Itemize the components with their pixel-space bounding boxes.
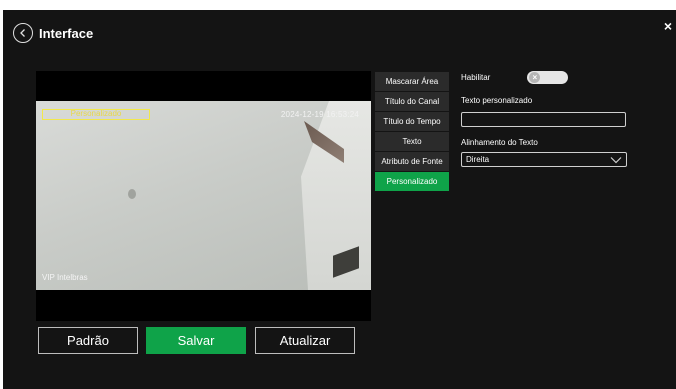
enable-row: Habilitar × — [461, 70, 628, 85]
custom-text-overlay[interactable]: Personalizado — [42, 109, 150, 120]
refresh-button[interactable]: Atualizar — [255, 327, 355, 354]
menu-item-channel-title[interactable]: Título do Canal — [375, 92, 449, 111]
menu-item-custom[interactable]: Personalizado — [375, 172, 449, 191]
menu-item-text[interactable]: Texto — [375, 132, 449, 151]
camera-image: Personalizado 2024-12-19 16:53:24 VIP In… — [36, 101, 371, 290]
page-title: Interface — [39, 25, 94, 41]
save-button[interactable]: Salvar — [146, 327, 246, 354]
custom-text-label: Texto personalizado — [461, 96, 533, 105]
back-button[interactable] — [13, 23, 33, 43]
close-button[interactable]: × — [664, 19, 672, 33]
menu-item-time-title[interactable]: Título do Tempo — [375, 112, 449, 131]
custom-text-input[interactable] — [461, 112, 626, 127]
chevron-left-icon — [20, 29, 25, 37]
alignment-label: Alinhamento do Texto — [461, 138, 538, 147]
chevron-down-icon — [610, 156, 622, 163]
ceiling-fixture — [128, 189, 136, 199]
default-button[interactable]: Padrão — [38, 327, 138, 354]
video-preview[interactable]: Personalizado 2024-12-19 16:53:24 VIP In… — [36, 71, 371, 321]
alignment-select[interactable]: Direita — [461, 152, 627, 167]
x-icon: × — [529, 72, 541, 83]
menu-item-privacy-mask[interactable]: Mascarar Área — [375, 72, 449, 91]
interface-window: Interface × Personalizado 2024-12-19 16:… — [3, 10, 676, 389]
channel-name-overlay: VIP Intelbras — [42, 273, 88, 282]
enable-label: Habilitar — [461, 73, 491, 82]
custom-overlay-settings: Habilitar × Texto personalizado Alinhame… — [461, 70, 628, 167]
enable-toggle[interactable]: × — [527, 71, 569, 84]
menu-item-font-attribute[interactable]: Atributo de Fonte — [375, 152, 449, 171]
alignment-value: Direita — [466, 155, 490, 164]
title-bar: Interface — [13, 23, 93, 43]
overlay-type-menu: Mascarar Área Título do Canal Título do … — [375, 72, 449, 192]
timestamp-overlay: 2024-12-19 16:53:24 — [280, 110, 359, 119]
